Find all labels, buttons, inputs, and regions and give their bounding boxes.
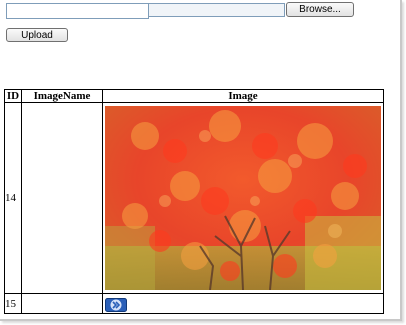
file-path-field[interactable] — [148, 3, 285, 17]
cell-id: 14 — [4, 102, 22, 294]
image-table: ID ImageName Image 14 15 — [4, 89, 384, 314]
page-frame: Browse... Upload ID ImageName Image 14 1… — [0, 0, 402, 321]
cell-image-name — [21, 102, 103, 294]
autumn-tree-photo — [105, 106, 381, 290]
cell-image — [102, 293, 384, 314]
header-id: ID — [4, 89, 22, 103]
autumn-tree-image — [105, 106, 381, 290]
cell-image — [102, 102, 384, 294]
header-image-name: ImageName — [21, 89, 103, 103]
upload-button[interactable]: Upload — [6, 28, 68, 42]
table-row: 15 — [4, 293, 384, 314]
header-image: Image — [102, 89, 384, 103]
cell-image-name — [21, 293, 103, 314]
browse-button[interactable]: Browse... — [286, 2, 354, 17]
thumbnail-arrow-icon — [105, 297, 127, 312]
cell-id: 15 — [4, 293, 22, 314]
text-input[interactable] — [6, 3, 149, 19]
table-row: 14 — [4, 102, 384, 294]
table-header-row: ID ImageName Image — [4, 89, 384, 103]
